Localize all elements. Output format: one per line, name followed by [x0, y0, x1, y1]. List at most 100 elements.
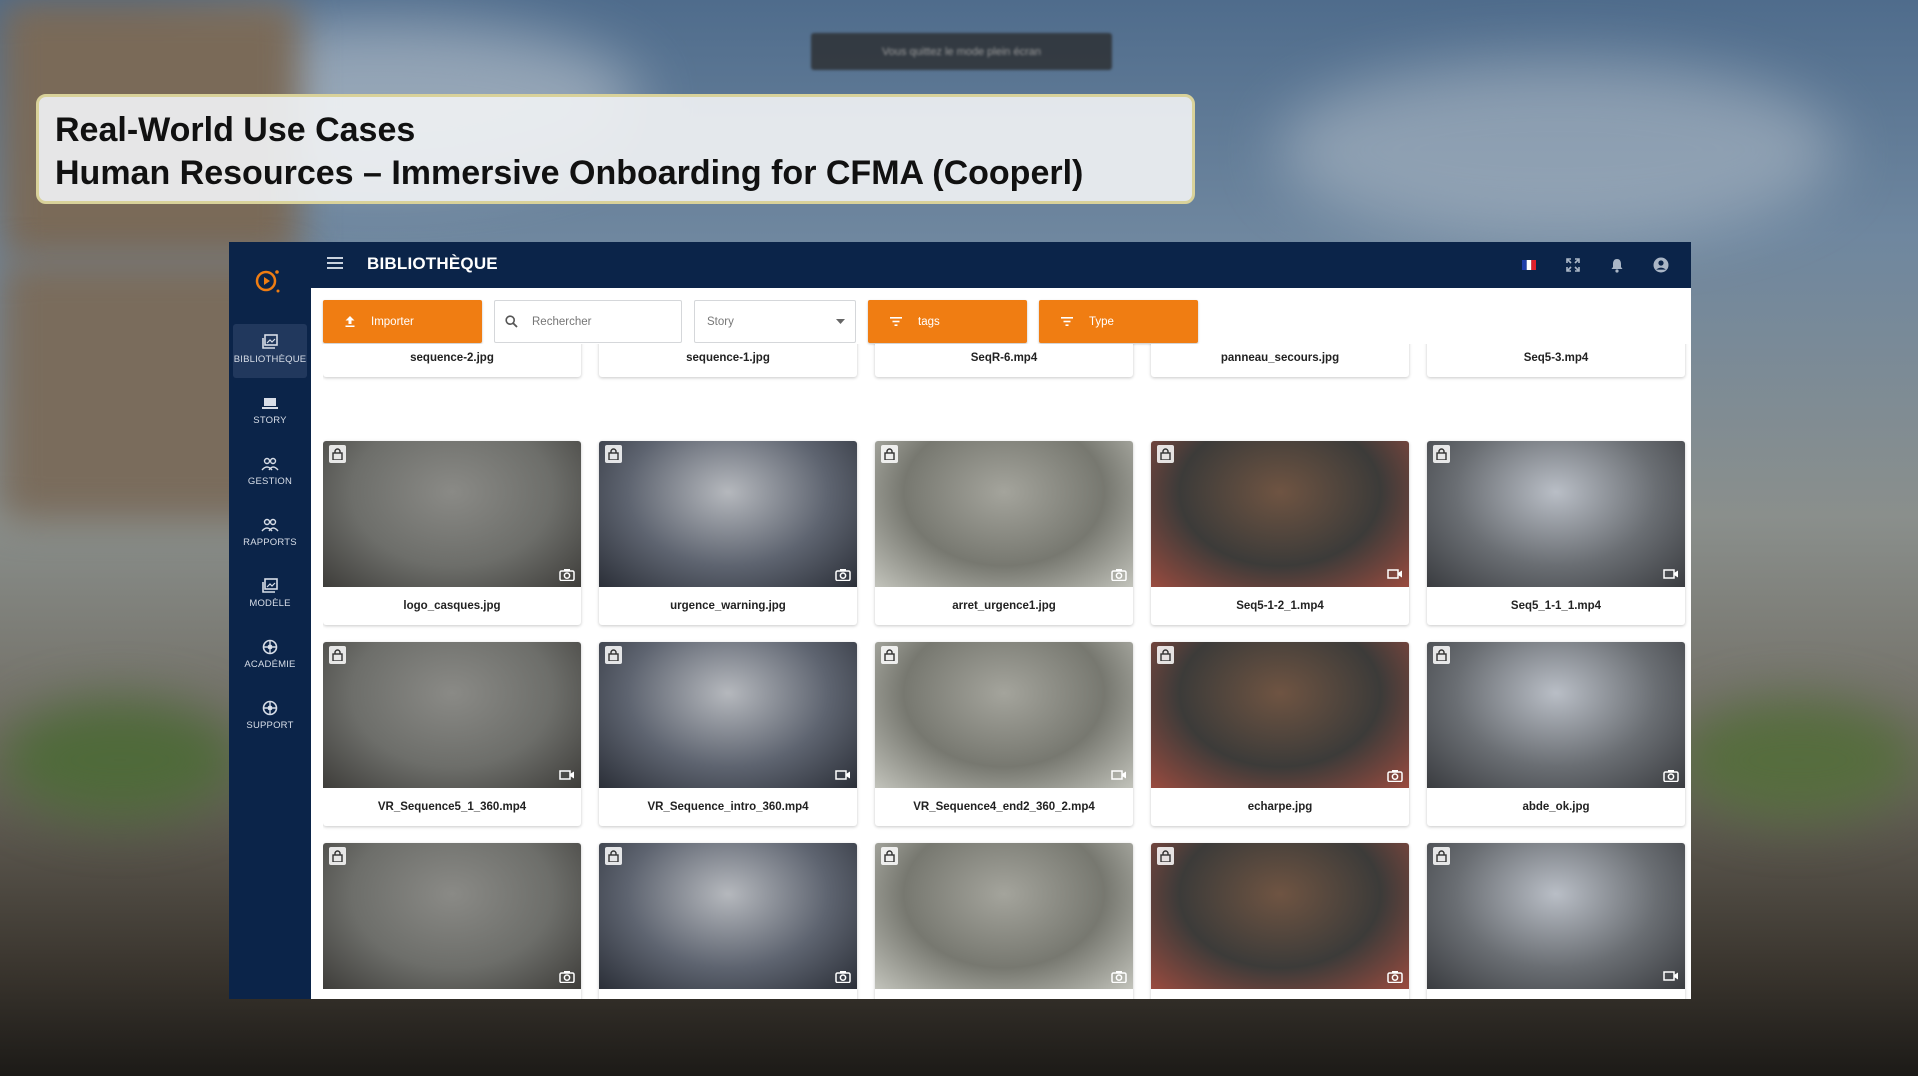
lock-icon[interactable]	[1433, 646, 1450, 664]
media-filename: echarpe.jpg	[1247, 801, 1313, 813]
media-thumbnail[interactable]	[599, 642, 857, 788]
media-card[interactable]: sequence-1.jpg	[599, 344, 857, 377]
lock-icon[interactable]	[881, 445, 898, 463]
lock-icon[interactable]	[881, 646, 898, 664]
media-thumbnail[interactable]	[1151, 642, 1409, 788]
media-filename: VR_Sequence3_1_360.mp4	[1427, 989, 1685, 999]
media-thumbnail[interactable]	[1151, 441, 1409, 587]
search-field[interactable]	[494, 300, 682, 343]
sidebar-item-modele[interactable]: MODÈLE	[233, 568, 307, 622]
media-card[interactable]: abde_ok.jpg	[1427, 642, 1685, 826]
media-card[interactable]: arret_urgence1.jpg	[875, 441, 1133, 625]
media-card[interactable]: panneau_secours.jpg	[1151, 344, 1409, 377]
media-card[interactable]: Seq5-1-2_1.mp4	[1151, 441, 1409, 625]
app-logo-icon[interactable]	[253, 266, 283, 296]
media-thumbnail[interactable]	[875, 843, 1133, 989]
media-card[interactable]: logo_casques.jpg	[323, 441, 581, 625]
slide-title: Real-World Use Cases	[55, 111, 416, 149]
media-thumbnail[interactable]	[1151, 843, 1409, 989]
media-filename: VR_Sequence4_end2_360_2.mp4	[913, 801, 1095, 813]
account-icon[interactable]	[1649, 254, 1673, 276]
chevron-down-icon	[836, 319, 845, 324]
lock-icon[interactable]	[1433, 445, 1450, 463]
media-thumbnail[interactable]	[1427, 642, 1685, 788]
media-card[interactable]: 20221013_082255.jpg	[875, 843, 1133, 999]
lock-icon[interactable]	[605, 646, 622, 664]
media-filename: panneau_secours.jpg	[1220, 352, 1340, 364]
tags-filter-button[interactable]: tags	[868, 300, 1027, 343]
media-card[interactable]: Seq5-3.mp4	[1427, 344, 1685, 377]
type-filter-button[interactable]: Type	[1039, 300, 1198, 343]
sidebar: BIBLIOTHÈQUE STORY GESTION RAPPORTS MODÈ…	[229, 242, 311, 999]
media-thumbnail[interactable]	[599, 843, 857, 989]
notification-text: Vous quittez le mode plein écran	[882, 45, 1041, 58]
sidebar-item-label: ACADÉMIE	[244, 659, 296, 670]
media-filename: abde_ok.jpg	[1522, 801, 1590, 813]
media-card[interactable]: 20221125_152643.jpg	[1151, 843, 1409, 999]
lock-icon[interactable]	[329, 847, 346, 865]
media-card[interactable]: sequence-2.jpg	[323, 344, 581, 377]
story-select[interactable]: Story	[694, 300, 856, 343]
sidebar-item-story[interactable]: STORY	[233, 385, 307, 439]
camera-icon	[1661, 766, 1681, 784]
media-card[interactable]: VR_Sequence4_end2_360_2.mp4	[875, 642, 1133, 826]
media-filename: 20221013_082255.jpg	[875, 989, 1133, 999]
media-card[interactable]: main_bad.jpg	[599, 843, 857, 999]
sidebar-item-gestion[interactable]: GESTION	[233, 446, 307, 500]
media-card[interactable]: echarpe.jpg	[1151, 642, 1409, 826]
media-thumbnail[interactable]	[599, 441, 857, 587]
camera-icon	[833, 565, 853, 583]
background-cloud	[1278, 60, 1838, 240]
sidebar-item-support[interactable]: SUPPORT	[233, 690, 307, 744]
media-thumbnail[interactable]	[323, 642, 581, 788]
bell-icon[interactable]	[1605, 254, 1629, 276]
lock-icon[interactable]	[1157, 445, 1174, 463]
background-grass	[1678, 700, 1918, 820]
media-thumbnail[interactable]	[875, 441, 1133, 587]
lock-icon[interactable]	[881, 847, 898, 865]
background-grass	[0, 700, 240, 820]
page-title: BIBLIOTHÈQUE	[367, 254, 498, 273]
media-card[interactable]: VR_Sequence_intro_360.mp4	[599, 642, 857, 826]
slide-title-box: Real-World Use Cases Human Resources – I…	[36, 94, 1195, 204]
menu-icon[interactable]	[327, 257, 343, 271]
fullscreen-icon[interactable]	[1561, 254, 1585, 276]
video-camera-icon	[1661, 565, 1681, 583]
media-filename: sequence-1.jpg	[686, 352, 770, 364]
sidebar-item-label: STORY	[253, 415, 287, 426]
flag-fr-icon[interactable]	[1517, 254, 1541, 276]
app-window: BIBLIOTHÈQUE STORY GESTION RAPPORTS MODÈ…	[229, 242, 1691, 999]
video-camera-icon	[1385, 565, 1405, 583]
media-filename: VR_Sequence_intro_360.mp4	[647, 801, 809, 813]
search-input[interactable]	[530, 314, 674, 329]
camera-icon	[557, 967, 577, 985]
video-camera-icon	[833, 766, 853, 784]
media-card[interactable]: VR_Sequence3_1_360.mp4	[1427, 843, 1685, 999]
sidebar-item-label: RAPPORTS	[243, 537, 297, 548]
media-grid: sequence-2.jpg sequence-1.jpg SeqR-6.mp4 pa…	[323, 344, 1691, 999]
sidebar-item-rapports[interactable]: RAPPORTS	[233, 507, 307, 561]
search-icon	[505, 315, 518, 328]
media-card[interactable]: VR_Sequence5_1_360.mp4	[323, 642, 581, 826]
lock-icon[interactable]	[1157, 847, 1174, 865]
media-card[interactable]: Seq5_1-1_1.mp4	[1427, 441, 1685, 625]
lock-icon[interactable]	[605, 445, 622, 463]
lock-icon[interactable]	[329, 445, 346, 463]
sidebar-item-bibliotheque[interactable]: BIBLIOTHÈQUE	[233, 324, 307, 378]
media-thumbnail[interactable]	[323, 843, 581, 989]
lock-icon[interactable]	[605, 847, 622, 865]
import-button[interactable]: Importer	[323, 300, 482, 343]
lock-icon[interactable]	[1433, 847, 1450, 865]
sidebar-item-academie[interactable]: ACADÉMIE	[233, 629, 307, 683]
media-filename: main_bad.jpg	[599, 989, 857, 999]
media-card[interactable]: main_ok.jpg	[323, 843, 581, 999]
media-thumbnail[interactable]	[323, 441, 581, 587]
lock-icon[interactable]	[1157, 646, 1174, 664]
media-thumbnail[interactable]	[875, 642, 1133, 788]
sidebar-item-label: SUPPORT	[246, 720, 294, 731]
media-card[interactable]: SeqR-6.mp4	[875, 344, 1133, 377]
media-thumbnail[interactable]	[1427, 441, 1685, 587]
media-card[interactable]: urgence_warning.jpg	[599, 441, 857, 625]
lock-icon[interactable]	[329, 646, 346, 664]
media-thumbnail[interactable]	[1427, 843, 1685, 989]
